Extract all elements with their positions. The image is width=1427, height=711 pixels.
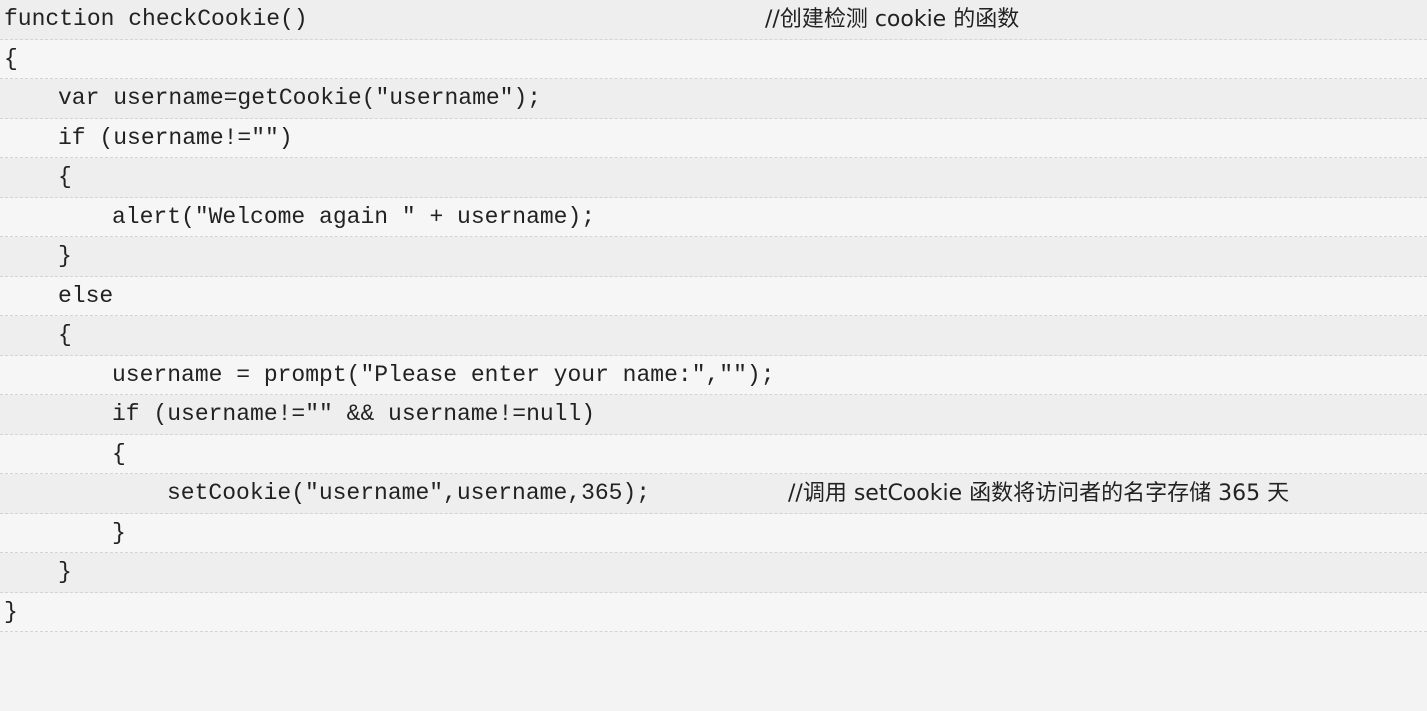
code-comment: //调用 setCookie 函数将访问者的名字存储 365 天 [788, 481, 1290, 506]
code-text: username = prompt("Please enter your nam… [112, 361, 775, 388]
code-listing: function checkCookie() //创建检测 cookie 的函数… [0, 0, 1427, 633]
code-line-13: setCookie("username",username,365); //调用… [0, 474, 1427, 514]
code-line-1: function checkCookie() //创建检测 cookie 的函数 [0, 0, 1427, 40]
code-text: } [58, 243, 72, 269]
code-text: setCookie("username",username,365); [167, 480, 651, 506]
code-line-7: } [0, 237, 1427, 277]
code-text: { [112, 440, 126, 467]
code-text: alert("Welcome again " + username); [112, 203, 596, 230]
code-text: { [58, 322, 72, 348]
code-text: var username=getCookie("username"); [58, 85, 542, 111]
code-text: else [58, 282, 114, 309]
code-line-16: } [0, 592, 1427, 632]
code-line-4: if (username!="") [0, 118, 1427, 158]
code-text: } [112, 519, 126, 546]
code-text: { [58, 164, 72, 190]
code-comment: //创建检测 cookie 的函数 [765, 7, 1020, 32]
code-line-9: { [0, 316, 1427, 356]
code-line-6: alert("Welcome again " + username); [0, 197, 1427, 237]
code-line-14: } [0, 513, 1427, 553]
code-line-3: var username=getCookie("username"); [0, 79, 1427, 119]
code-line-15: } [0, 553, 1427, 593]
code-line-8: else [0, 276, 1427, 316]
code-line-5: { [0, 158, 1427, 198]
code-text: function checkCookie() [4, 6, 308, 32]
code-line-12: { [0, 434, 1427, 474]
code-text: } [4, 598, 18, 625]
code-text: if (username!="" && username!=null) [112, 401, 596, 427]
code-line-10: username = prompt("Please enter your nam… [0, 355, 1427, 395]
code-text: { [4, 45, 18, 72]
code-text: if (username!="") [58, 124, 293, 151]
code-text: } [58, 559, 72, 585]
code-line-2: { [0, 39, 1427, 79]
code-line-11: if (username!="" && username!=null) [0, 395, 1427, 435]
